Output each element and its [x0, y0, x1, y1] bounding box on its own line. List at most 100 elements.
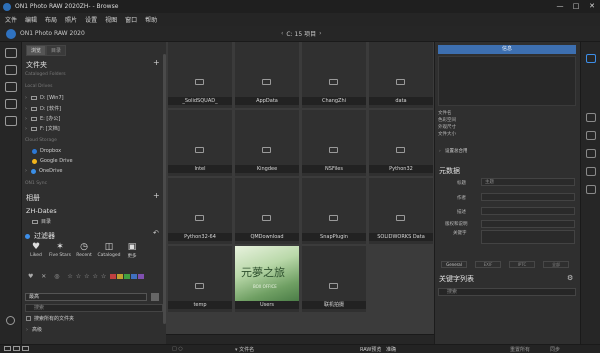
folder-tile[interactable]: SnapPlugin	[302, 178, 366, 244]
search-input[interactable]: 搜索	[25, 304, 163, 312]
resize-icon[interactable]	[585, 185, 596, 194]
drive-item[interactable]: › F: [文档]	[25, 125, 60, 133]
folder-tile[interactable]: _SolidSQUAD_	[168, 42, 232, 108]
tab-exif[interactable]: EXIF	[475, 261, 501, 268]
menu-view[interactable]: 视图	[105, 15, 117, 24]
sort-by-dropdown[interactable]: ▾ 文件名	[235, 346, 254, 353]
folder-tile[interactable]: NSFiles	[302, 110, 366, 176]
drive-icon[interactable]	[4, 116, 17, 126]
menu-photo[interactable]: 照片	[65, 15, 77, 24]
filter-label: Cataloged	[97, 253, 121, 258]
add-folder-icon[interactable]: +	[153, 58, 160, 67]
menu-layout[interactable]: 布局	[45, 15, 57, 24]
folder-tile[interactable]: temp	[168, 246, 232, 312]
cloud-item-onedrive[interactable]: › OneDrive	[25, 168, 63, 174]
develop-icon[interactable]	[585, 113, 596, 122]
folder-tile[interactable]: 联机拍摄	[302, 246, 366, 312]
folder-tile[interactable]: ChangZhi	[302, 42, 366, 108]
menu-edit[interactable]: 编辑	[25, 15, 37, 24]
tab-all[interactable]: 全部	[543, 261, 569, 268]
keywords-search-input[interactable]: 搜索	[438, 288, 576, 296]
back-arrow-icon[interactable]: ‹	[278, 30, 286, 37]
checkbox-icon[interactable]	[26, 316, 31, 321]
sort-dropdown[interactable]: 最高	[25, 293, 147, 301]
effects-icon[interactable]	[585, 131, 596, 140]
filmstrip-view-icon[interactable]	[13, 346, 20, 351]
meta-description-field[interactable]	[481, 207, 575, 215]
album-item[interactable]: 目录	[32, 218, 51, 225]
filters-header[interactable]: 过滤器	[25, 231, 55, 241]
folder-tile[interactable]: data	[369, 42, 433, 108]
like-reject-icons[interactable]: ♥ ✕ ◎ ☆☆☆☆☆	[28, 273, 109, 280]
menu-help[interactable]: 帮助	[145, 15, 157, 24]
folder-tile[interactable]: Kingdee	[235, 110, 299, 176]
tab-catalog[interactable]: 目录	[46, 45, 67, 56]
drive-item[interactable]: › D: [软件]	[25, 105, 61, 113]
folder-name: ChangZhi	[302, 97, 366, 105]
color-label-purple[interactable]	[138, 274, 144, 279]
reset-filter-icon[interactable]: ↶	[153, 229, 159, 237]
keywords-settings-icon[interactable]: ⚙	[567, 274, 573, 282]
preset-dropdown[interactable]: › 设置总合用	[439, 148, 468, 155]
cloud-item-dropbox[interactable]: Dropbox	[32, 148, 61, 154]
filter-cataloged[interactable]: ◫ Cataloged	[96, 242, 122, 258]
filter-recent[interactable]: ◷ Recent	[74, 242, 94, 258]
drive-item[interactable]: › D: [Win7]	[25, 95, 64, 101]
local-adjust-icon[interactable]	[585, 167, 596, 176]
menu-window[interactable]: 窗口	[125, 15, 137, 24]
folder-tile[interactable]: AppData	[235, 42, 299, 108]
filter-five-stars[interactable]: ✶ Five Stars	[48, 242, 72, 258]
folder-icon	[396, 215, 405, 221]
grid-view-icon[interactable]	[4, 346, 11, 351]
minimize-button[interactable]: —	[552, 0, 568, 13]
user-icon[interactable]	[6, 316, 15, 325]
portrait-icon[interactable]	[585, 149, 596, 158]
view-mode-icons[interactable]	[4, 346, 31, 352]
sort-order-icon[interactable]	[151, 293, 159, 301]
reset-all-button[interactable]: 重置所有	[510, 346, 530, 353]
tab-general[interactable]: General	[441, 261, 467, 268]
folder-tile[interactable]: 元夢之旅 BOX OFFICE Users	[235, 246, 299, 312]
maximize-button[interactable]: □	[568, 0, 584, 13]
folder-tile[interactable]: Python32-64	[168, 178, 232, 244]
layers-icon[interactable]	[4, 82, 17, 92]
advanced-section[interactable]: › 高级	[26, 326, 42, 334]
drive-item[interactable]: › E: [办公]	[25, 115, 60, 123]
sync-button[interactable]: 同步	[550, 346, 560, 353]
folder-icon	[195, 79, 204, 85]
menu-settings[interactable]: 设置	[85, 15, 97, 24]
search-all-folders-option[interactable]: 搜索所有的文件夹	[26, 315, 74, 322]
raw-preview-dropdown[interactable]: 准确	[386, 346, 396, 353]
filter-toggle-icon[interactable]	[25, 233, 30, 239]
edit-module-icon[interactable]	[585, 54, 596, 63]
filters-title: 过滤器	[34, 232, 55, 240]
color-label-yellow[interactable]	[117, 274, 123, 279]
tab-browse[interactable]: 浏览	[26, 45, 47, 56]
browse-module-icon[interactable]	[4, 48, 17, 58]
camera-icon[interactable]	[4, 65, 17, 75]
color-label-red[interactable]	[110, 274, 116, 279]
tab-iptc[interactable]: IPTC	[509, 261, 535, 268]
forward-arrow-icon[interactable]: ›	[316, 30, 324, 37]
meta-keywords-field[interactable]	[481, 230, 575, 244]
close-button[interactable]: ✕	[584, 0, 600, 13]
color-label-green[interactable]	[124, 274, 130, 279]
filter-liked[interactable]: ♥ Liked	[26, 242, 46, 258]
menu-file[interactable]: 文件	[5, 15, 17, 24]
info-button[interactable]: 信息	[438, 45, 576, 54]
folder-tile[interactable]: SOLIDWORKS Data	[369, 178, 433, 244]
folder-tile[interactable]: Python32	[369, 110, 433, 176]
detail-view-icon[interactable]	[22, 346, 29, 351]
color-label-blue[interactable]	[131, 274, 137, 279]
add-album-icon[interactable]: +	[153, 191, 160, 200]
folder-tile[interactable]: QMDownload	[235, 178, 299, 244]
cloud-icon[interactable]	[4, 99, 17, 109]
meta-author-field[interactable]	[481, 193, 575, 201]
folder-name: Users	[235, 301, 299, 309]
cloud-item-google-drive[interactable]: Google Drive	[32, 158, 73, 164]
thumbnail-size-icon[interactable]: □ ○	[172, 346, 183, 352]
meta-copyright-field[interactable]	[481, 220, 575, 228]
meta-title-field[interactable]: 主题	[481, 178, 575, 186]
filter-more[interactable]: ▣ 更多	[124, 242, 140, 259]
folder-tile[interactable]: Intel	[168, 110, 232, 176]
